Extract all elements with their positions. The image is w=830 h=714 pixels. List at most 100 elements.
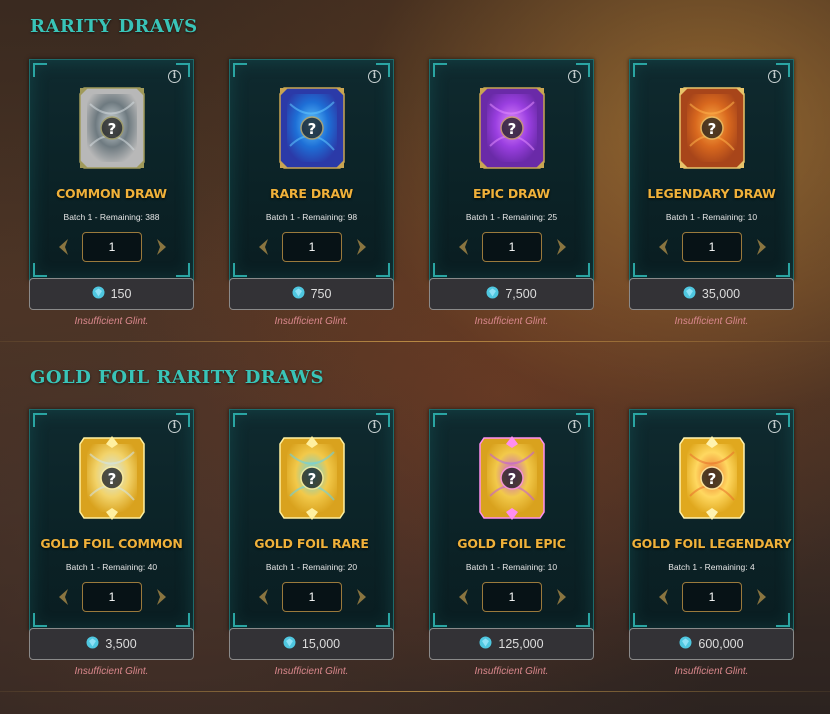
- draw-card: i ? COMMON DRAW Batch 1 - Remaining: 388 1 1…: [29, 59, 194, 327]
- corner-ornament: [33, 613, 47, 627]
- chevron-right-icon[interactable]: [553, 238, 569, 256]
- draw-card-panel[interactable]: i ? EPIC DRAW Batch 1 - Remaining: 25 1: [429, 59, 594, 281]
- glint-gem-icon: [86, 636, 99, 652]
- corner-ornament: [233, 413, 247, 427]
- buy-button[interactable]: 600,000: [629, 628, 794, 660]
- chevron-right-icon[interactable]: [153, 588, 169, 606]
- quantity-input[interactable]: 1: [282, 582, 342, 612]
- buy-button[interactable]: 3,500: [29, 628, 194, 660]
- draw-title: GOLD FOIL LEGENDARY: [631, 536, 792, 551]
- chevron-right-icon[interactable]: [353, 588, 369, 606]
- chevron-right-icon[interactable]: [153, 238, 169, 256]
- glint-gem-icon: [683, 286, 696, 302]
- price-value: 750: [310, 287, 332, 301]
- batch-remaining: Batch 1 - Remaining: 40: [65, 562, 158, 572]
- draw-card-panel[interactable]: i ? GOLD FOIL LEGENDARY Batch 1 - Remainin…: [629, 409, 794, 631]
- buy-button[interactable]: 150: [29, 278, 194, 310]
- chevron-right-icon[interactable]: [353, 238, 369, 256]
- insufficient-glint-message: Insufficient Glint.: [474, 666, 549, 677]
- buy-button[interactable]: 125,000: [429, 628, 594, 660]
- quantity-stepper: 1: [654, 582, 771, 612]
- quantity-input[interactable]: 1: [482, 232, 542, 262]
- section-title: RARITY DRAWS: [30, 16, 198, 37]
- batch-remaining: Batch 1 - Remaining: 10: [465, 562, 558, 572]
- batch-remaining: Batch 1 - Remaining: 20: [265, 562, 358, 572]
- draw-title: GOLD FOIL COMMON: [40, 536, 183, 551]
- corner-ornament: [433, 63, 447, 77]
- draw-card: i ? GOLD FOIL EPIC Batch 1 - Remaining: 10…: [429, 409, 594, 677]
- buy-button[interactable]: 35,000: [629, 278, 794, 310]
- section-divider: [0, 691, 830, 692]
- quantity-input[interactable]: 1: [682, 232, 742, 262]
- card-back-icon: ?: [278, 434, 346, 522]
- chevron-left-icon[interactable]: [56, 588, 72, 606]
- insufficient-glint-message: Insufficient Glint.: [74, 666, 149, 677]
- info-icon[interactable]: i: [768, 420, 781, 433]
- corner-ornament: [233, 63, 247, 77]
- draw-card-panel[interactable]: i ? GOLD FOIL COMMON Batch 1 - Remaining: …: [29, 409, 194, 631]
- chevron-left-icon[interactable]: [256, 238, 272, 256]
- info-icon[interactable]: i: [368, 70, 381, 83]
- buy-button[interactable]: 15,000: [229, 628, 394, 660]
- corner-ornament: [376, 263, 390, 277]
- draw-card-panel[interactable]: i ? COMMON DRAW Batch 1 - Remaining: 388 1: [29, 59, 194, 281]
- card-back-icon: ?: [78, 434, 146, 522]
- svg-text:?: ?: [708, 470, 717, 488]
- quantity-input[interactable]: 1: [682, 582, 742, 612]
- info-icon[interactable]: i: [768, 70, 781, 83]
- glint-gem-icon: [92, 286, 105, 302]
- quantity-stepper: 1: [654, 232, 771, 262]
- quantity-input[interactable]: 1: [282, 232, 342, 262]
- chevron-left-icon[interactable]: [456, 588, 472, 606]
- corner-ornament: [33, 263, 47, 277]
- quantity-input[interactable]: 1: [82, 232, 142, 262]
- chevron-left-icon[interactable]: [656, 588, 672, 606]
- corner-ornament: [633, 63, 647, 77]
- info-icon[interactable]: i: [568, 420, 581, 433]
- price-value: 125,000: [498, 637, 544, 651]
- buy-button[interactable]: 750: [229, 278, 394, 310]
- draw-title: LEGENDARY DRAW: [647, 186, 776, 201]
- draw-card-row: i ? COMMON DRAW Batch 1 - Remaining: 388 1 1…: [29, 59, 809, 349]
- price-value: 35,000: [701, 287, 741, 301]
- svg-text:?: ?: [508, 120, 517, 138]
- buy-button[interactable]: 7,500: [429, 278, 594, 310]
- draw-card: i ? GOLD FOIL RARE Batch 1 - Remaining: 20…: [229, 409, 394, 677]
- info-icon[interactable]: i: [168, 420, 181, 433]
- quantity-input[interactable]: 1: [482, 582, 542, 612]
- insufficient-glint-message: Insufficient Glint.: [474, 316, 549, 327]
- draw-card: i ? RARE DRAW Batch 1 - Remaining: 98 1 750 I…: [229, 59, 394, 327]
- corner-ornament: [433, 263, 447, 277]
- card-back-icon: ?: [678, 434, 746, 522]
- svg-text:?: ?: [708, 120, 717, 138]
- quantity-stepper: 1: [54, 232, 171, 262]
- price-value: 150: [110, 287, 132, 301]
- corner-ornament: [576, 613, 590, 627]
- info-icon[interactable]: i: [168, 70, 181, 83]
- draw-card-panel[interactable]: i ? LEGENDARY DRAW Batch 1 - Remaining: 10…: [629, 59, 794, 281]
- batch-remaining: Batch 1 - Remaining: 98: [265, 212, 358, 222]
- chevron-left-icon[interactable]: [56, 238, 72, 256]
- card-back-icon: ?: [478, 84, 546, 172]
- draw-card-panel[interactable]: i ? RARE DRAW Batch 1 - Remaining: 98 1: [229, 59, 394, 281]
- corner-ornament: [433, 613, 447, 627]
- draw-card-panel[interactable]: i ? GOLD FOIL EPIC Batch 1 - Remaining: 10…: [429, 409, 594, 631]
- quantity-input[interactable]: 1: [82, 582, 142, 612]
- draw-card-row: i ? GOLD FOIL COMMON Batch 1 - Remaining: …: [29, 409, 809, 699]
- corner-ornament: [576, 263, 590, 277]
- info-icon[interactable]: i: [568, 70, 581, 83]
- chevron-right-icon[interactable]: [753, 588, 769, 606]
- chevron-left-icon[interactable]: [656, 238, 672, 256]
- chevron-right-icon[interactable]: [753, 238, 769, 256]
- info-icon[interactable]: i: [368, 420, 381, 433]
- chevron-left-icon[interactable]: [456, 238, 472, 256]
- chevron-right-icon[interactable]: [553, 588, 569, 606]
- glint-gem-icon: [679, 636, 692, 652]
- draw-card-panel[interactable]: i ? GOLD FOIL RARE Batch 1 - Remaining: 20…: [229, 409, 394, 631]
- corner-ornament: [433, 413, 447, 427]
- chevron-left-icon[interactable]: [256, 588, 272, 606]
- insufficient-glint-message: Insufficient Glint.: [674, 316, 749, 327]
- batch-remaining: Batch 1 - Remaining: 10: [665, 212, 758, 222]
- card-back-icon: ?: [78, 84, 146, 172]
- quantity-stepper: 1: [254, 232, 371, 262]
